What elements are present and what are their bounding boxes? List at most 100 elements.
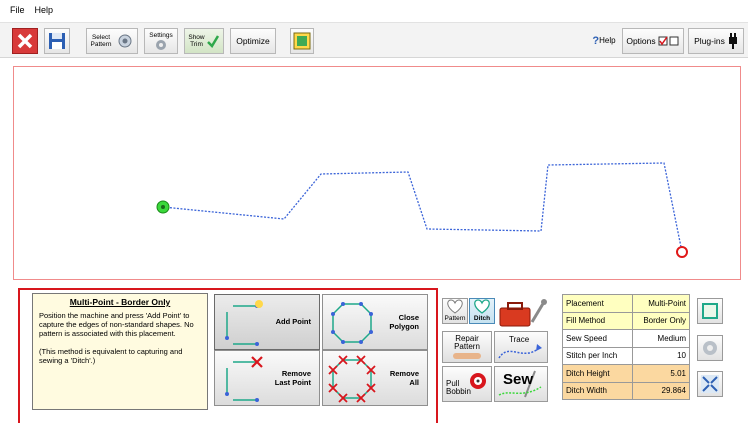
- pattern-label: Pattern: [444, 315, 466, 322]
- toolbox-icon: [499, 299, 547, 327]
- settings-side-button[interactable]: [697, 335, 723, 361]
- info-description: Position the machine and press 'Add Poin…: [39, 311, 194, 338]
- save-button[interactable]: [44, 28, 70, 54]
- trace-button[interactable]: Trace: [494, 331, 548, 363]
- prop-label: Stitch per Inch: [562, 346, 633, 365]
- close-polygon-label-bottom: Polygon: [389, 322, 419, 331]
- plug-icon: [728, 33, 737, 49]
- show-trim-label-bottom: Trim: [190, 41, 203, 48]
- options-label: Options: [626, 36, 656, 46]
- bobbin-icon: [470, 373, 486, 389]
- show-trim-label-top: Show: [188, 34, 205, 41]
- stitch-path: [162, 162, 682, 248]
- prop-label: Sew Speed: [562, 329, 633, 348]
- polygon-icon: [331, 302, 373, 344]
- settings-label: Settings: [149, 31, 173, 39]
- select-pattern-button[interactable]: Select Pattern: [86, 28, 138, 54]
- placement-info-box: Multi-Point - Border Only Position the m…: [32, 293, 208, 410]
- ditch-button[interactable]: Ditch: [469, 298, 495, 324]
- toolbox-button[interactable]: [498, 296, 548, 328]
- add-point-label: Add Point: [275, 317, 311, 326]
- prop-label: Ditch Width: [562, 381, 633, 400]
- prop-row-fill-method[interactable]: Fill Method Border Only: [562, 311, 690, 330]
- help-label: Help: [599, 36, 616, 45]
- end-point-marker: [676, 246, 688, 258]
- remove-last-point-label: Remove Last Point: [275, 369, 311, 387]
- close-polygon-label: Close Polygon: [389, 313, 419, 331]
- prop-row-ditch-height[interactable]: Ditch Height 5.01: [562, 364, 690, 383]
- remove-last-point-button[interactable]: Remove Last Point: [214, 350, 320, 406]
- sew-button[interactable]: Sew: [494, 366, 548, 402]
- bandage-icon: [453, 353, 481, 359]
- prop-label: Fill Method: [562, 311, 633, 330]
- square-border-icon: [702, 303, 718, 319]
- start-point-dot: [161, 205, 165, 209]
- prop-value[interactable]: 10: [632, 346, 690, 365]
- close-polygon-label-top: Close: [398, 313, 419, 322]
- toolbar: Select Pattern Settings Show Trim Optimize…: [0, 22, 748, 58]
- close-polygon-button[interactable]: Close Polygon: [322, 294, 428, 350]
- menu-help[interactable]: Help: [35, 5, 54, 15]
- menu-bar: File Help: [0, 0, 748, 20]
- prop-value[interactable]: Medium: [632, 329, 690, 348]
- close-icon: [17, 33, 33, 49]
- select-pattern-label-top: Select: [91, 34, 111, 41]
- pattern-canvas[interactable]: [13, 66, 741, 280]
- info-note: (This method is equivalent to capturing …: [39, 347, 183, 365]
- remove-all-icon: [328, 355, 376, 403]
- menu-file[interactable]: File: [10, 5, 25, 15]
- properties-table: Placement Multi-Point Fill Method Border O…: [562, 294, 690, 400]
- prop-row-stitch-per-inch[interactable]: Stitch per Inch 10: [562, 346, 690, 365]
- prop-row-placement[interactable]: Placement Multi-Point: [562, 294, 690, 313]
- plugins-button[interactable]: Plug-ins: [688, 28, 744, 54]
- select-pattern-icon: [118, 34, 132, 48]
- export-icon: [293, 32, 311, 50]
- add-point-button[interactable]: Add Point: [214, 294, 320, 350]
- options-button[interactable]: Options: [622, 28, 684, 54]
- prop-value[interactable]: 5.01: [632, 364, 690, 383]
- remove-all-button[interactable]: Remove All: [322, 350, 428, 406]
- checkbox-icon: [658, 36, 679, 46]
- gear-icon: [703, 341, 717, 355]
- repair-label-bottom: Pattern: [454, 342, 480, 351]
- add-point-icon: [225, 300, 263, 346]
- prop-value[interactable]: Border Only: [632, 311, 690, 330]
- pull-bobbin-button[interactable]: Pull Bobbin: [442, 366, 492, 402]
- remove-last-point-icon: [225, 356, 263, 402]
- prop-row-sew-speed[interactable]: Sew Speed Medium: [562, 329, 690, 348]
- ditch-label: Ditch: [473, 315, 491, 322]
- settings-button[interactable]: Settings: [144, 28, 178, 54]
- heart-ditch-icon: [474, 299, 490, 314]
- help-icon: ?: [592, 35, 600, 47]
- close-button[interactable]: [12, 28, 38, 54]
- check-icon: [206, 35, 219, 48]
- info-title: Multi-Point - Border Only: [69, 297, 171, 307]
- export-button[interactable]: [290, 28, 314, 54]
- prop-value[interactable]: 29.864: [632, 381, 690, 400]
- remove-last-point-label-bottom: Last Point: [274, 378, 311, 387]
- prop-label: Placement: [562, 294, 633, 313]
- optimize-button[interactable]: Optimize: [230, 28, 276, 54]
- arrows-icon: [701, 375, 719, 393]
- repair-pattern-button[interactable]: Repair Pattern: [442, 331, 492, 363]
- sew-label: Sew: [503, 371, 534, 388]
- optimize-label: Optimize: [236, 36, 270, 46]
- remove-last-point-label-top: Remove: [281, 369, 311, 378]
- select-pattern-label-bottom: Pattern: [90, 41, 112, 48]
- prop-label: Ditch Height: [562, 364, 633, 383]
- plugins-label: Plug-ins: [694, 36, 725, 46]
- prop-row-ditch-width[interactable]: Ditch Width 29.864: [562, 381, 690, 400]
- remove-all-label: Remove All: [390, 369, 419, 387]
- remove-all-label-bottom: All: [409, 378, 419, 387]
- help-button[interactable]: ? Help: [586, 28, 622, 54]
- arrows-button[interactable]: [697, 371, 723, 397]
- border-shape-button[interactable]: [697, 298, 723, 324]
- gear-icon: [156, 39, 166, 50]
- heart-outline-icon: [447, 299, 463, 314]
- prop-value[interactable]: Multi-Point: [632, 294, 690, 313]
- remove-all-label-top: Remove: [389, 369, 419, 378]
- save-icon: [49, 33, 65, 49]
- pattern-button[interactable]: Pattern: [442, 298, 468, 324]
- show-trim-button[interactable]: Show Trim: [184, 28, 224, 54]
- stitch-path-drawing: [156, 162, 688, 258]
